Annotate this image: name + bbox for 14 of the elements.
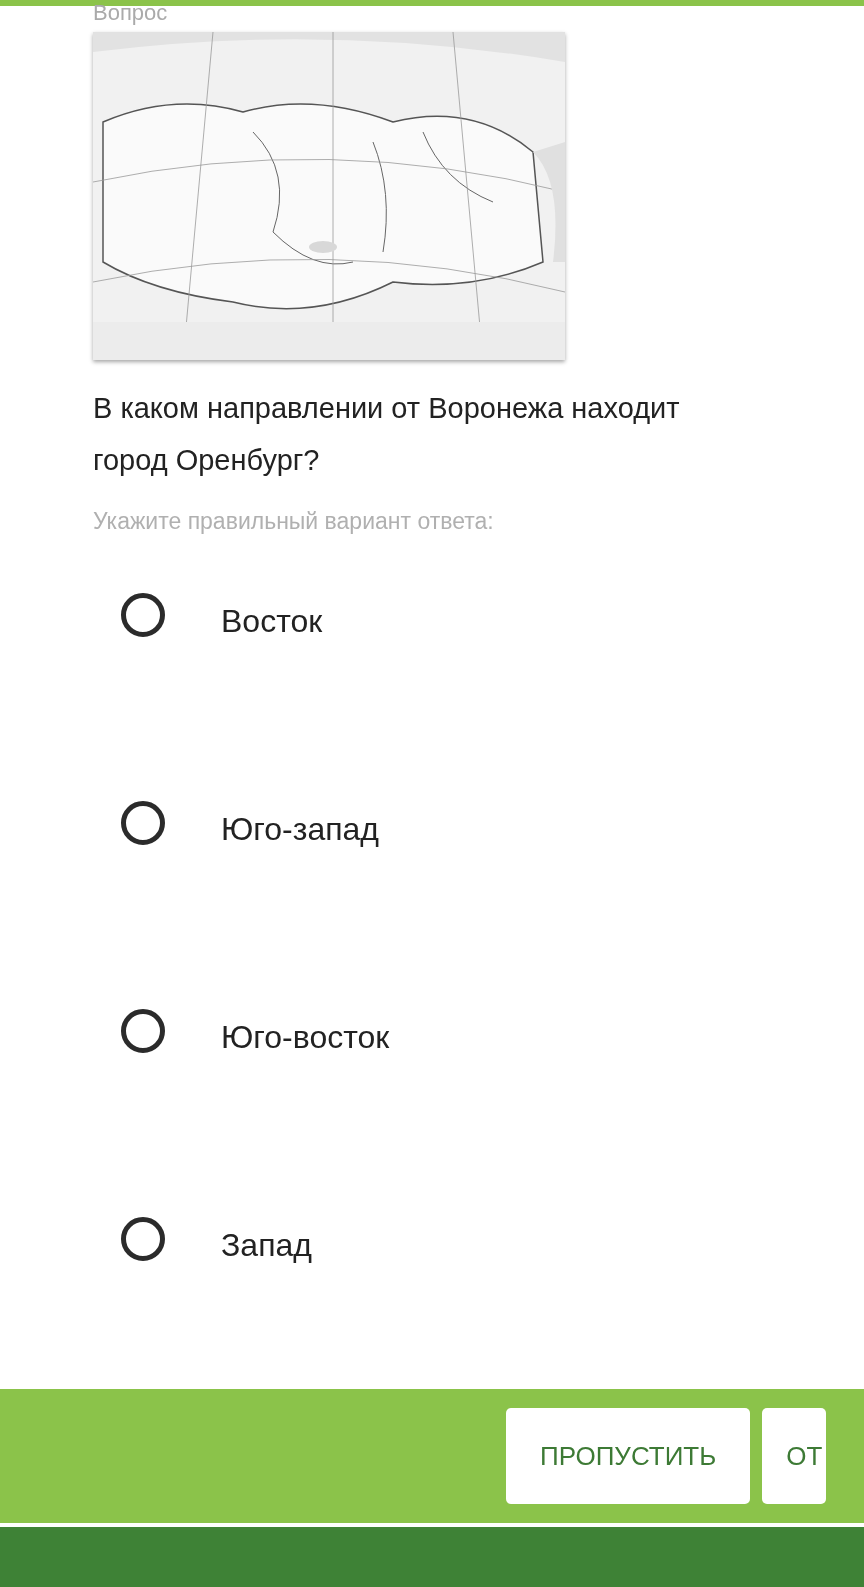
option-label[interactable]: Юго-запад <box>221 811 379 848</box>
radio-button[interactable] <box>121 593 165 637</box>
option-label[interactable]: Восток <box>221 603 323 640</box>
instruction-text: Укажите правильный вариант ответа: <box>93 508 495 535</box>
option-label[interactable]: Юго-восток <box>221 1019 390 1056</box>
question-text: город Оренбург? <box>93 443 321 478</box>
question-text: В каком направлении от Воронежа находит <box>93 391 681 426</box>
question-heading: Вопрос <box>93 2 169 24</box>
submit-button[interactable]: ОТ <box>762 1408 827 1504</box>
option-label[interactable]: Запад <box>221 1227 312 1264</box>
radio-button[interactable] <box>121 1217 165 1261</box>
radio-button[interactable] <box>121 801 165 845</box>
skip-button[interactable]: ПРОПУСТИТЬ <box>506 1408 751 1504</box>
radio-button[interactable] <box>121 1009 165 1053</box>
